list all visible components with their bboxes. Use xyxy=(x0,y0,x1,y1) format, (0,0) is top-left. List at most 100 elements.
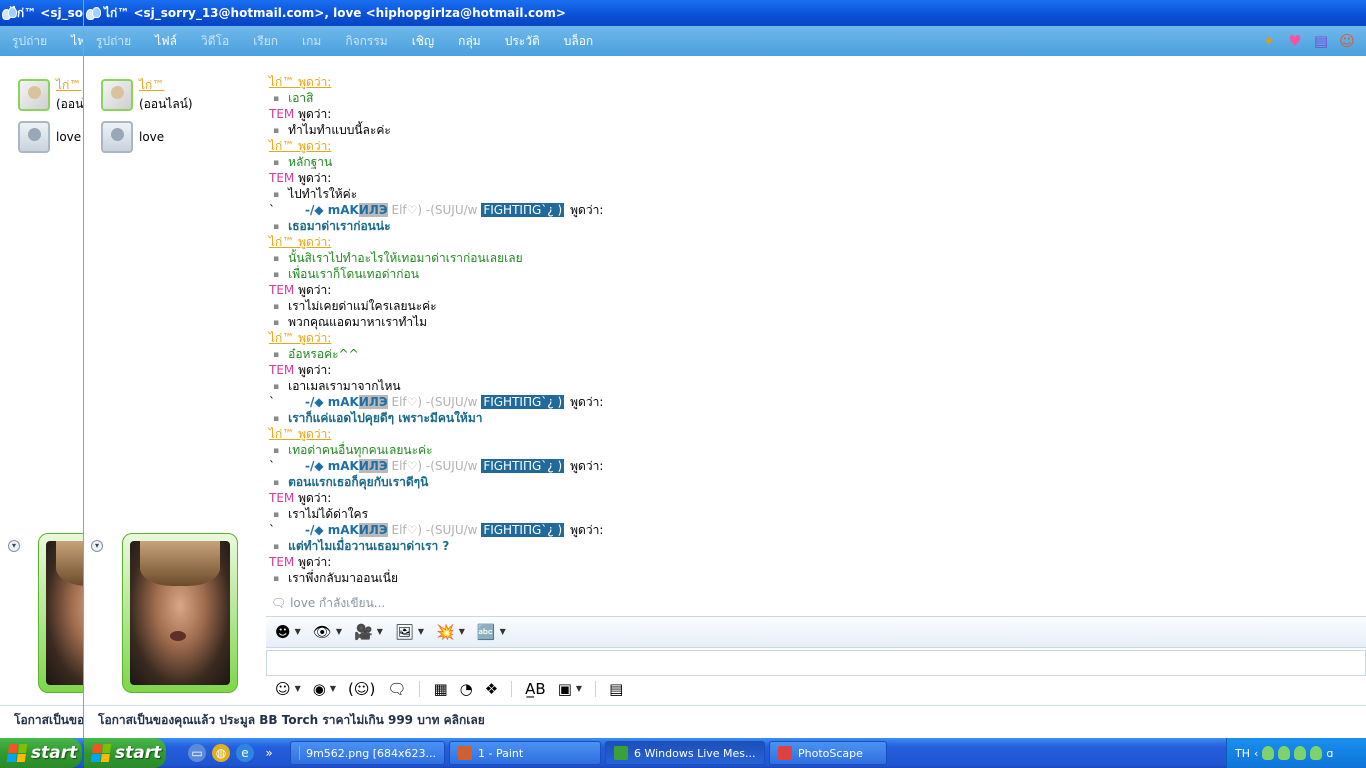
sender-header: TEM พูดว่า: xyxy=(269,282,1359,298)
video-button[interactable]: 🎥 ▼ xyxy=(351,621,386,643)
said-label: พูดว่า: xyxy=(570,459,604,473)
messenger-tray-icon[interactable] xyxy=(1278,746,1291,760)
menu-item[interactable]: ไฟล์ xyxy=(143,32,189,51)
back-footer-ad[interactable]: โอกาสเป็นขอ xyxy=(0,705,83,735)
taskbar-button-label: 6 Windows Live Mes... xyxy=(634,746,756,760)
emoticon-button[interactable]: ☻ ▼ xyxy=(272,621,304,643)
share-button[interactable]: ▤ xyxy=(606,678,626,700)
messenger-tray-icon[interactable] xyxy=(1294,746,1307,760)
back-menu-photos[interactable]: รูปถ่าย xyxy=(0,32,59,51)
menu-item[interactable]: บล็อก xyxy=(552,32,605,51)
menu-item[interactable]: เชิญ xyxy=(400,32,446,51)
language-indicator[interactable]: TH xyxy=(1235,747,1250,760)
background-image-button[interactable]: ▣ ▼ xyxy=(555,678,585,700)
voice-button[interactable]: ◔ xyxy=(457,678,476,700)
sender-header: TEM พูดว่า: xyxy=(269,554,1359,570)
wink-button[interactable]: 👁 ▼ xyxy=(310,621,345,643)
message-input[interactable] xyxy=(266,650,1366,676)
display-picture[interactable] xyxy=(38,533,83,693)
heart-icon[interactable]: ♥ xyxy=(1286,32,1304,50)
chat-message: เธอมาด่าเราก่อนน่ะ xyxy=(269,218,1359,234)
back-menubar: รูปถ่าย ไฟ xyxy=(0,26,83,56)
chat-message: เราไม่เคยด่าแม่ใครเลยนะค่ะ xyxy=(269,298,1359,314)
sender-name: TEM xyxy=(269,107,295,121)
back-messenger-window[interactable]: ไก่™ <sj_so รูปถ่าย ไฟ ไก่™ (ออนไ love ▾… xyxy=(0,0,84,738)
wand-icon[interactable]: ✦ xyxy=(1260,32,1278,50)
footer-ad[interactable]: โอกาสเป็นของคุณแล้ว ประมูล BB Torch ราคา… xyxy=(84,705,1366,735)
swirl-icon[interactable]: ɑ xyxy=(1326,747,1333,760)
menu-item[interactable]: กลุ่ม xyxy=(446,32,493,51)
sender-name-highlight: ИЛЭ xyxy=(358,459,388,473)
menu-item[interactable]: วิดีโอ xyxy=(189,32,241,51)
display-photo xyxy=(130,541,230,685)
contact-name: love xyxy=(139,130,165,144)
messenger-tray-icon[interactable] xyxy=(1262,746,1275,760)
chrome-icon[interactable]: ◍ xyxy=(212,744,230,762)
back-menu-files[interactable]: ไฟ xyxy=(59,32,83,51)
messenger-icon xyxy=(2,6,17,20)
taskbar-button[interactable]: 6 Windows Live Mes... xyxy=(605,741,765,765)
taskbar-button[interactable]: 1 - Paint xyxy=(449,741,601,765)
messenger-tray-icon[interactable] xyxy=(1310,746,1323,760)
nudge-icon: 💥 xyxy=(436,623,455,641)
taskbar-button[interactable]: 9m562.png [684x623... xyxy=(290,741,445,765)
collapse-icon[interactable]: ▾ xyxy=(91,540,103,552)
app-icon xyxy=(299,746,301,760)
theme-icon[interactable]: ▤ xyxy=(1312,32,1330,50)
menu-item[interactable]: เกม xyxy=(290,32,333,51)
app-icon xyxy=(614,746,628,760)
taskbar-button[interactable]: PhotoScape xyxy=(769,741,887,765)
background-button[interactable]: 🖼 ▼ xyxy=(392,621,427,643)
emoticons-button[interactable]: ☺ ▼ xyxy=(272,678,304,700)
nudge-button[interactable]: 💥 ▼ xyxy=(433,621,468,643)
start-button-2[interactable]: start xyxy=(84,738,166,768)
menu-item[interactable]: ประวัติ xyxy=(493,32,552,51)
share-icon: ▤ xyxy=(609,680,624,698)
taskbar: start start ▭ ◍ e » 9m562.png [684x623..… xyxy=(0,738,1366,768)
sender-header: TEM พูดว่า: xyxy=(269,106,1359,122)
nudge-small-button[interactable]: 🗨 xyxy=(384,678,409,700)
games-button[interactable]: 🔤 ▼ xyxy=(474,621,509,643)
footer-ad-text: โอกาสเป็นของคุณแล้ว ประมูล BB Torch ราคา… xyxy=(98,713,485,727)
said-label: พูดว่า: xyxy=(298,107,332,121)
conversation-history[interactable]: ไก่™ พูดว่า:เอาสิTEM พูดว่า:ทำไมทำแบบนี้… xyxy=(269,74,1359,614)
wink-small-button[interactable]: (☺) xyxy=(345,678,378,700)
sender-prefix: ` xyxy=(269,459,275,473)
chat-message: ตอนแรกเธอก็คุยกับเราดีๆนิ xyxy=(269,474,1359,490)
winks-icon[interactable]: ☺ xyxy=(1338,32,1356,50)
font-icon: A̲B xyxy=(525,680,546,698)
chat-message: เอาเมลเรามาจากไหน xyxy=(269,378,1359,394)
activity-button[interactable]: ❖ xyxy=(482,678,501,700)
back-title-bar[interactable]: ไก่™ <sj_so xyxy=(0,0,83,26)
tray-arrow-icon[interactable]: ‹ xyxy=(1254,747,1258,760)
contact-name: ไก่™ xyxy=(139,78,165,92)
menu-item[interactable]: กิจกรรม xyxy=(333,32,399,51)
contact-love[interactable]: love xyxy=(101,121,164,153)
contact-status: (ออนไลน์) xyxy=(139,97,193,111)
menu-item[interactable]: เรียก xyxy=(241,32,290,51)
back-contact-ky[interactable]: ไก่™ (ออนไ xyxy=(18,76,83,114)
font-button[interactable]: A̲B xyxy=(522,678,549,700)
image-icon: ▣ xyxy=(557,680,572,698)
system-tray: TH ‹ ɑ xyxy=(1226,738,1366,768)
display-picture[interactable] xyxy=(122,533,238,693)
sender-name: ไก่™ xyxy=(269,427,295,441)
quick-launch-more[interactable]: » xyxy=(260,744,278,762)
picture-icon: 🖼 xyxy=(394,623,414,641)
front-messenger-window[interactable]: ไก่™ <sj_sorry_13@hotmail.com>, love <hi… xyxy=(84,0,1366,738)
desktop-icon[interactable]: ▭ xyxy=(188,744,206,762)
front-title-bar[interactable]: ไก่™ <sj_sorry_13@hotmail.com>, love <hi… xyxy=(84,0,1366,26)
handwriting-button[interactable]: ▦ xyxy=(430,678,450,700)
contact-avatar xyxy=(101,121,133,153)
contact-ky[interactable]: ไก่™ (ออนไลน์) xyxy=(101,76,193,114)
back-contact-love[interactable]: love xyxy=(18,121,81,153)
start-button[interactable]: start xyxy=(0,738,82,768)
nudge-small-icon: 🗨 xyxy=(387,680,407,698)
ie-icon[interactable]: e xyxy=(236,744,254,762)
said-label: พูดว่า: xyxy=(298,171,332,185)
sender-header: TEM พูดว่า: xyxy=(269,362,1359,378)
collapse-icon[interactable]: ▾ xyxy=(8,540,20,552)
voice-clip-button[interactable]: ◉ ▼ xyxy=(310,678,339,700)
menu-item[interactable]: รูปถ่าย xyxy=(84,32,143,51)
toolbar-separator xyxy=(419,681,421,697)
